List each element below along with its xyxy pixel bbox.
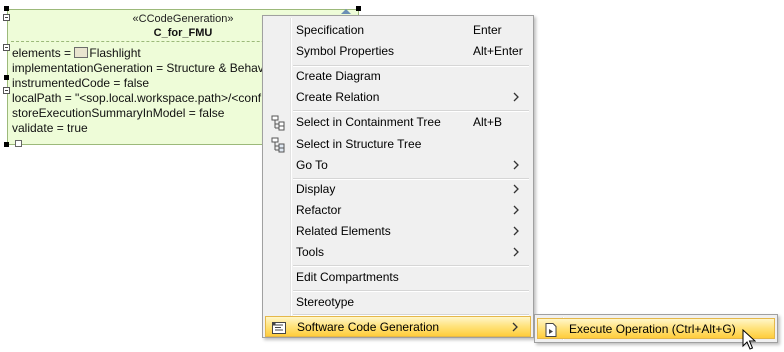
chevron-right-icon xyxy=(513,160,519,170)
menu-item-label: Go To xyxy=(296,158,328,172)
menu-item-label: Refactor xyxy=(296,203,342,217)
mouse-cursor-icon xyxy=(742,329,756,350)
menu-item-go-to[interactable]: Go To xyxy=(265,155,531,176)
menu-item-edit-compartments[interactable]: Edit Compartments xyxy=(265,267,531,288)
collapse-compartment-icon[interactable] xyxy=(3,44,10,51)
menu-item-stereotype[interactable]: Stereotype xyxy=(265,292,531,313)
menu-item-label: Display xyxy=(296,182,336,196)
chevron-right-icon xyxy=(513,184,519,194)
selection-handle-bottom-left[interactable] xyxy=(4,142,9,147)
menu-item-refactor[interactable]: Refactor xyxy=(265,200,531,221)
element-icon xyxy=(74,47,89,58)
menu-item-label: Execute Operation (Ctrl+Alt+G) xyxy=(569,322,736,336)
menu-item-label: Symbol Properties xyxy=(296,44,395,58)
structure-tree-icon xyxy=(271,137,285,153)
menu-item-label: Stereotype xyxy=(296,295,355,309)
menu-item-shortcut: Alt+B xyxy=(473,115,503,129)
collapse-properties-icon[interactable] xyxy=(3,87,10,94)
chevron-right-icon xyxy=(513,205,519,215)
menu-item-related-elements[interactable]: Related Elements xyxy=(265,221,531,242)
menu-item-select-in-containment-tree[interactable]: Select in Containment Tree Alt+B xyxy=(265,112,531,133)
property-text: elements = xyxy=(12,46,75,60)
menu-item-label: Related Elements xyxy=(296,224,391,238)
menu-item-label: Edit Compartments xyxy=(296,270,399,284)
menu-item-shortcut: Alt+Enter xyxy=(473,44,523,58)
selection-handle-middle-left[interactable] xyxy=(4,75,9,80)
containment-tree-icon xyxy=(271,115,285,131)
menu-item-label: Tools xyxy=(296,245,325,259)
menu-item-create-relation[interactable]: Create Relation xyxy=(265,87,531,108)
menu-item-software-code-generation[interactable]: Software Code Generation xyxy=(265,316,531,337)
context-menu: Specification Enter Symbol Properties Al… xyxy=(262,15,534,338)
selection-handle-top-left[interactable] xyxy=(4,6,9,11)
menu-item-label: Specification xyxy=(296,23,365,37)
menu-item-label: Create Diagram xyxy=(296,69,381,83)
menu-item-execute-operation[interactable]: Execute Operation (Ctrl+Alt+G) xyxy=(537,318,775,339)
shape-caret-icon xyxy=(341,9,351,14)
menu-item-create-diagram[interactable]: Create Diagram xyxy=(265,66,531,87)
collapse-header-icon[interactable] xyxy=(3,14,10,21)
property-element-name: Flashlight xyxy=(89,46,141,60)
menu-item-label: Software Code Generation xyxy=(297,320,440,334)
chevron-right-icon xyxy=(513,247,519,257)
menu-item-label: Create Relation xyxy=(296,90,380,104)
selection-handle-top-right[interactable] xyxy=(356,6,361,11)
menu-item-symbol-properties[interactable]: Symbol Properties Alt+Enter xyxy=(265,41,531,62)
chevron-right-icon xyxy=(513,92,519,102)
menu-item-label: Select in Containment Tree xyxy=(296,115,441,129)
menu-item-display[interactable]: Display xyxy=(265,179,531,200)
chevron-right-icon xyxy=(513,226,519,236)
execute-operation-icon xyxy=(545,323,557,337)
menu-item-tools[interactable]: Tools xyxy=(265,242,531,263)
menu-item-select-in-structure-tree[interactable]: Select in Structure Tree xyxy=(265,134,531,155)
code-generation-icon xyxy=(272,322,286,334)
smart-manipulator-icon[interactable] xyxy=(15,140,22,147)
menu-item-label: Select in Structure Tree xyxy=(296,137,422,151)
menu-item-specification[interactable]: Specification Enter xyxy=(265,20,531,41)
menu-item-shortcut: Enter xyxy=(473,23,502,37)
chevron-right-icon xyxy=(512,322,518,332)
